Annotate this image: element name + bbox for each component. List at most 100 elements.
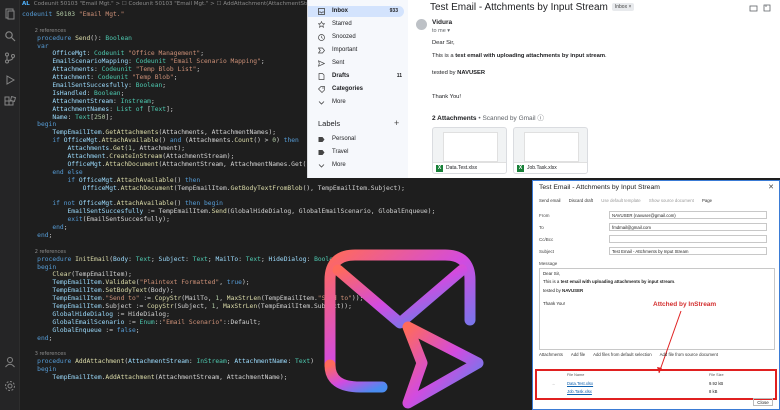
sidebar-item-important[interactable]: Important bbox=[308, 45, 408, 56]
message-editor[interactable]: Dear Sir, This is a test email with uplo… bbox=[539, 268, 775, 350]
code-token: ; bbox=[48, 231, 53, 239]
sender-name[interactable]: Vidura bbox=[432, 19, 452, 26]
gmail-window: Inbox 933 Starred Snoozed Important Sent Draft… bbox=[307, 0, 780, 178]
explorer-icon[interactable] bbox=[4, 8, 16, 20]
code-token: .Subject := bbox=[101, 302, 148, 310]
discard-draft-button[interactable]: Discard draft bbox=[569, 198, 593, 203]
code-token: OfficeMgt bbox=[78, 200, 113, 208]
code-token: Codeunit bbox=[101, 66, 136, 74]
attachments-list: File Name File Size → Data.Test.xlsx 9.9… bbox=[535, 369, 777, 400]
code-token: GlobalEmailScenario bbox=[22, 318, 125, 326]
code-line[interactable]: if not OfficeMgt.AttachAvailable() then … bbox=[22, 200, 562, 208]
code-token: begin bbox=[22, 263, 57, 271]
extensions-icon[interactable] bbox=[4, 96, 16, 108]
attachments-header: 2 Attachments • Scanned by Gmail ⓘ bbox=[432, 112, 544, 122]
page-menu[interactable]: Page bbox=[702, 198, 712, 203]
add-label-icon[interactable]: + bbox=[394, 118, 399, 128]
add-default-files-button[interactable]: Add files from default selection bbox=[593, 352, 652, 357]
sidebar-item-starred[interactable]: Starred bbox=[308, 19, 408, 30]
codelens-references[interactable]: 2 references bbox=[22, 249, 66, 255]
attachment-name: X Data.Test.xlsx bbox=[433, 162, 506, 173]
message-label-row: Message bbox=[539, 259, 775, 268]
inbox-label-chip[interactable]: Inbox × bbox=[611, 3, 635, 12]
code-token: end bbox=[22, 231, 49, 239]
label-item-travel[interactable]: Travel bbox=[308, 147, 408, 158]
code-line[interactable]: exit(EmailSentSuccesfully); bbox=[22, 216, 562, 224]
code-token: TempEmailItem bbox=[22, 373, 102, 381]
close-icon[interactable]: ✕ bbox=[768, 183, 774, 191]
code-token: 50103 bbox=[56, 11, 79, 18]
code-token: AttachmentNames bbox=[22, 105, 110, 113]
code-line[interactable]: EmailSentSuccesfully := TempEmailItem.Se… bbox=[22, 208, 562, 216]
code-token: 250 bbox=[94, 113, 106, 121]
use-template-button[interactable]: Use default template bbox=[601, 198, 640, 203]
show-source-button[interactable]: Show source document bbox=[649, 198, 694, 203]
code-token: OfficeMgt bbox=[22, 50, 87, 58]
code-token: ; bbox=[196, 66, 201, 74]
sidebar-item-snoozed[interactable]: Snoozed bbox=[308, 32, 408, 43]
label-item-personal[interactable]: Personal bbox=[308, 134, 408, 145]
sidebar-item-label: Snoozed bbox=[332, 34, 356, 40]
subject-input[interactable]: Test Email - Attchments by Input Stream bbox=[609, 247, 767, 255]
label-item-more[interactable]: More bbox=[308, 160, 408, 171]
add-source-file-button[interactable]: Add file from source document bbox=[660, 352, 718, 357]
label-item-text: Personal bbox=[332, 136, 356, 142]
codelens-references[interactable]: 2 references bbox=[22, 28, 66, 34]
account-icon[interactable] bbox=[4, 356, 16, 368]
email-send-logo-icon bbox=[324, 249, 484, 409]
code-line[interactable]: OfficeMgt.AttachDocument(TempEmailItem.G… bbox=[22, 185, 562, 193]
code-line[interactable]: end; bbox=[22, 224, 562, 232]
run-debug-icon[interactable] bbox=[4, 74, 16, 86]
attachment-link[interactable]: Job.Task.xlsx bbox=[567, 389, 592, 394]
dialog-title: Test Email - Attchments by Input Stream bbox=[539, 184, 660, 191]
code-token: procedure bbox=[22, 255, 76, 263]
sidebar-item-more[interactable]: More bbox=[308, 97, 408, 108]
from-value[interactable]: NAVUSER (navuser@gmail.com) bbox=[609, 211, 767, 219]
recipient-toggle[interactable]: to me ▾ bbox=[432, 28, 450, 34]
code-token: (TempEmailItem. bbox=[173, 184, 231, 192]
code-token: Name bbox=[22, 113, 68, 121]
breadcrumb[interactable]: AL Codeunit 50103 "Email Mgt." > ☐ Codeun… bbox=[22, 1, 326, 11]
code-token: begin bbox=[22, 366, 57, 374]
attachment-name: X Job.Task.xlsx bbox=[514, 162, 587, 173]
attachment-row[interactable]: → Data.Test.xlsx 9.92 kB bbox=[549, 380, 769, 387]
sidebar-item-inbox[interactable]: Inbox 933 bbox=[308, 6, 404, 17]
from-label: From bbox=[539, 213, 550, 218]
cc-bcc-input[interactable] bbox=[609, 235, 767, 243]
settings-gear-icon[interactable] bbox=[4, 380, 16, 392]
code-token: : bbox=[128, 82, 136, 90]
code-token: GetAttachments bbox=[105, 129, 159, 137]
code-token: AttachAvailable bbox=[101, 137, 159, 145]
code-token: AttachAvailable bbox=[116, 200, 174, 208]
code-token: : bbox=[128, 58, 136, 66]
tag-icon bbox=[318, 86, 325, 93]
attachment-card[interactable]: X Job.Task.xlsx bbox=[513, 127, 588, 174]
code-token: GlobalEnqueue bbox=[22, 326, 102, 334]
attachment-size: 9.92 kB bbox=[709, 381, 724, 386]
attachment-filename: Job.Task.xlsx bbox=[527, 165, 557, 171]
body-tested: tested by NAVUSER bbox=[432, 70, 485, 77]
label-icon bbox=[318, 150, 325, 155]
close-button[interactable]: Close bbox=[753, 398, 773, 406]
attachment-filename: Data.Test.xlsx bbox=[446, 165, 478, 171]
code-token: ]; bbox=[166, 105, 174, 113]
sidebar-item-categories[interactable]: Categories bbox=[308, 84, 408, 95]
attachment-row[interactable]: Job.Task.xlsx 8 kB bbox=[549, 388, 769, 395]
breadcrumb-path[interactable]: Codeunit 50103 "Email Mgt." > ☐ Codeunit… bbox=[34, 1, 326, 7]
to-input[interactable]: fmdmail@gmail.com bbox=[609, 223, 767, 231]
codelens-references[interactable]: 3 references bbox=[22, 351, 66, 357]
add-file-button[interactable]: Add file bbox=[571, 352, 585, 357]
code-token: ; bbox=[162, 82, 167, 90]
search-icon[interactable] bbox=[4, 30, 16, 42]
code-line[interactable] bbox=[22, 192, 562, 200]
sidebar-item-label: Starred bbox=[332, 21, 352, 27]
attachment-link[interactable]: Data.Test.xlsx bbox=[567, 381, 593, 386]
attachment-card[interactable]: X Data.Test.xlsx bbox=[432, 127, 507, 174]
send-email-button[interactable]: Send email bbox=[539, 198, 561, 203]
sidebar-item-sent[interactable]: Sent bbox=[308, 58, 408, 69]
source-control-icon[interactable] bbox=[4, 52, 16, 64]
sidebar-item-drafts[interactable]: Drafts 11 bbox=[308, 71, 408, 82]
code-token: Instream bbox=[120, 97, 151, 105]
unread-count: 11 bbox=[396, 73, 402, 79]
print-icon[interactable] bbox=[749, 4, 773, 12]
